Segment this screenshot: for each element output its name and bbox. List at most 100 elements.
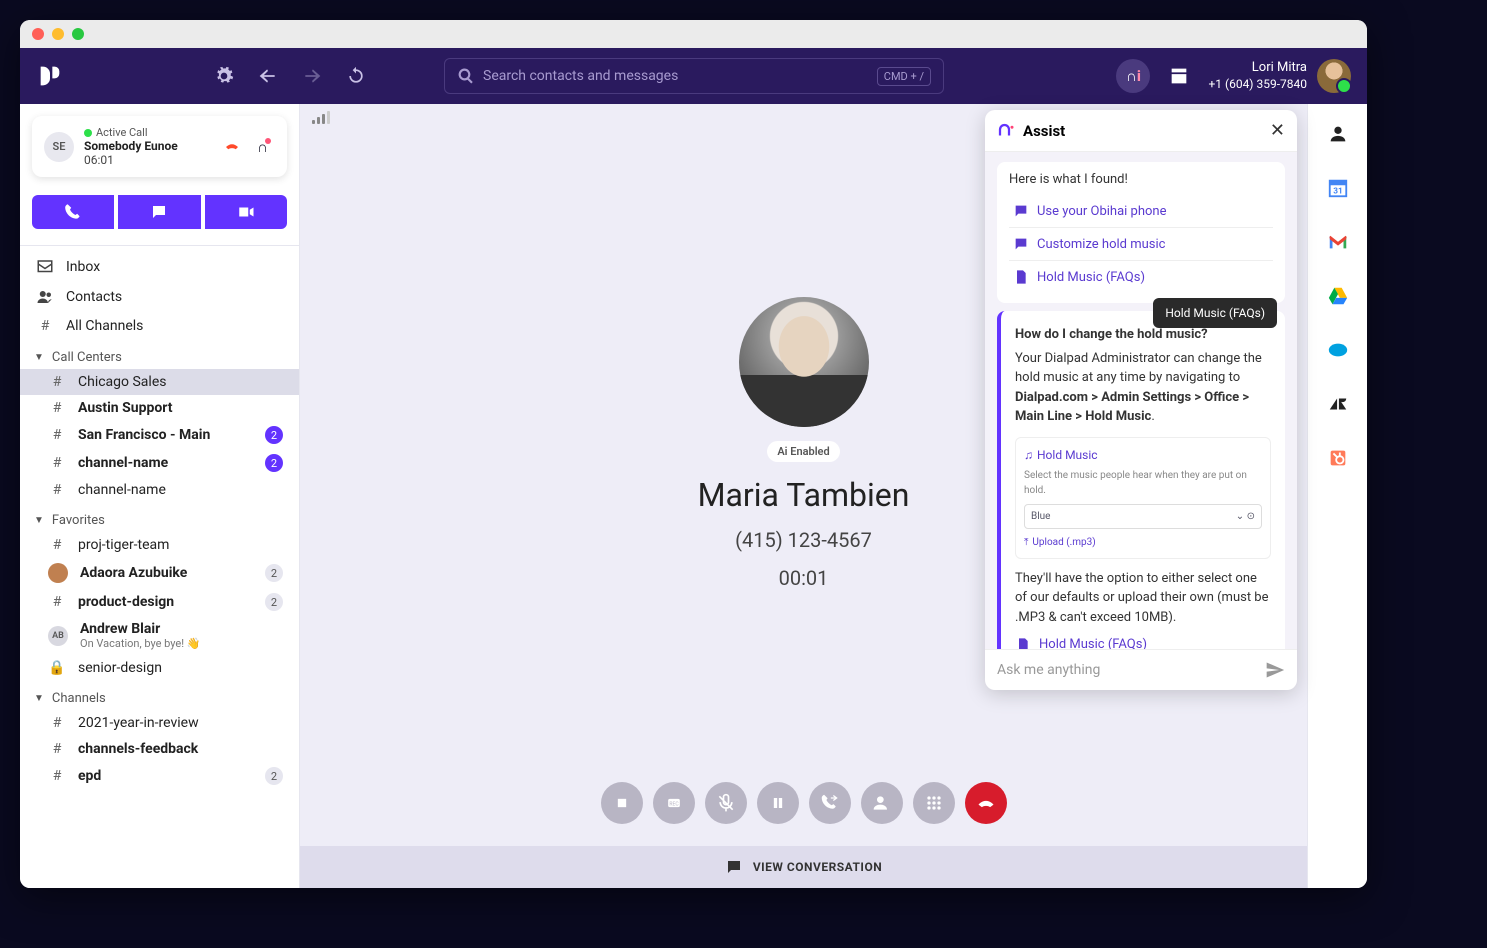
calendar-icon[interactable]	[1162, 59, 1196, 93]
nav-all-channels[interactable]: #All Channels	[20, 312, 299, 340]
dialpad-button[interactable]	[913, 782, 955, 824]
transfer-button[interactable]	[809, 782, 851, 824]
sidebar-item-label: Chicago Sales	[78, 374, 166, 390]
ch-epd[interactable]: #epd2	[20, 762, 299, 790]
stop-button[interactable]	[601, 782, 643, 824]
refresh-icon[interactable]	[340, 60, 372, 92]
lock-icon: 🔒	[48, 660, 66, 676]
call-centers-title: Call Centers	[52, 350, 122, 365]
hold-select-value: Blue	[1031, 509, 1050, 524]
search-bar[interactable]: CMD + /	[444, 58, 944, 94]
google-calendar-icon[interactable]: 31	[1326, 176, 1350, 200]
search-input[interactable]	[483, 68, 877, 84]
chevron-down-icon: ⌄ ⊙	[1236, 509, 1255, 524]
article-body-post: They'll have the option to either select…	[1015, 569, 1271, 628]
hash-icon: #	[48, 400, 66, 416]
nav-contacts[interactable]: Contacts	[20, 282, 299, 312]
result-customize-hold[interactable]: Customize hold music	[1009, 228, 1273, 261]
nav-contacts-label: Contacts	[66, 289, 122, 305]
assist-panel: Assist ✕ Here is what I found! Use your …	[985, 110, 1297, 690]
sidebar-item-label: senior-design	[78, 660, 162, 676]
fav-senior-design[interactable]: 🔒 senior-design	[20, 655, 299, 681]
hubspot-icon[interactable]	[1326, 446, 1350, 470]
add-participant-button[interactable]	[861, 782, 903, 824]
article-body-pre: Your Dialpad Administrator can change th…	[1015, 351, 1262, 386]
send-icon[interactable]	[1265, 660, 1285, 680]
cc-austin-support[interactable]: # Austin Support	[20, 395, 299, 421]
user-menu[interactable]: Lori Mitra +1 (604) 359-7840	[1208, 59, 1351, 93]
call-controls: REC	[300, 782, 1307, 846]
ch-2021-review[interactable]: #2021-year-in-review	[20, 710, 299, 736]
section-channels[interactable]: ▼Channels	[20, 681, 299, 710]
section-favorites[interactable]: ▼Favorites	[20, 503, 299, 532]
cc-channel-5[interactable]: #channel-name	[20, 477, 299, 503]
cc-sf-main[interactable]: #San Francisco - Main2	[20, 421, 299, 449]
cc-channel-4[interactable]: #channel-name2	[20, 449, 299, 477]
result-label: Use your Obihai phone	[1037, 204, 1167, 219]
gmail-icon[interactable]	[1326, 230, 1350, 254]
result-hold-faqs[interactable]: Hold Music (FAQs)	[1009, 261, 1273, 293]
hash-icon: #	[48, 427, 66, 443]
call-card-initials: SE	[44, 132, 74, 162]
hangup-button[interactable]	[965, 782, 1007, 824]
section-call-centers[interactable]: ▼Call Centers	[20, 340, 299, 369]
sidebar-item-label: San Francisco - Main	[78, 427, 210, 443]
faq-link[interactable]: Hold Music (FAQs)	[1015, 635, 1271, 649]
upload-link[interactable]: ⤒ Upload (.mp3)	[1024, 535, 1262, 550]
hold-select[interactable]: Blue ⌄ ⊙	[1024, 504, 1262, 529]
hangup-small-icon[interactable]	[221, 136, 243, 158]
nav-inbox[interactable]: Inbox	[20, 252, 299, 282]
profile-icon[interactable]	[1326, 122, 1350, 146]
count-badge: 2	[265, 593, 283, 611]
ch-feedback[interactable]: #channels-feedback	[20, 736, 299, 762]
window-min-dot[interactable]	[52, 28, 64, 40]
hash-icon: #	[48, 594, 66, 610]
salesforce-icon[interactable]	[1326, 338, 1350, 362]
assist-found-bubble: Here is what I found! Use your Obihai ph…	[997, 162, 1285, 303]
article-path: Dialpad.com > Admin Settings > Office > …	[1015, 390, 1249, 425]
ai-small-icon[interactable]: ∩	[253, 136, 275, 158]
user-avatar[interactable]	[1317, 59, 1351, 93]
hash-icon: #	[48, 455, 66, 471]
fav-adaora[interactable]: Adaora Azubuike2	[20, 558, 299, 588]
upload-label: Upload (.mp3)	[1032, 535, 1095, 550]
hold-preview-title: Hold Music	[1037, 446, 1098, 464]
window-close-dot[interactable]	[32, 28, 44, 40]
close-icon[interactable]: ✕	[1270, 120, 1285, 141]
mute-button[interactable]	[705, 782, 747, 824]
settings-icon[interactable]	[208, 60, 240, 92]
upload-icon: ⤒	[1024, 535, 1028, 550]
result-obihai[interactable]: Use your Obihai phone	[1009, 195, 1273, 228]
window-max-dot[interactable]	[72, 28, 84, 40]
video-button[interactable]	[205, 195, 287, 229]
fav-andrew[interactable]: ABAndrew BlairOn Vacation, bye bye! 👋	[20, 616, 299, 655]
google-drive-icon[interactable]	[1326, 284, 1350, 308]
music-note-icon: ♫	[1024, 446, 1033, 464]
fav-proj-tiger[interactable]: #proj-tiger-team	[20, 532, 299, 558]
app-window: CMD + / ∩i Lori Mitra +1 (604) 359-7840 …	[20, 20, 1367, 888]
zendesk-icon[interactable]	[1326, 392, 1350, 416]
count-badge: 2	[265, 767, 283, 785]
hash-icon: #	[48, 374, 66, 390]
view-conversation-button[interactable]: VIEW CONVERSATION	[300, 846, 1307, 888]
record-button[interactable]: REC	[653, 782, 695, 824]
assist-input[interactable]	[997, 662, 1257, 678]
sidebar-item-label: Austin Support	[78, 400, 172, 416]
call-duration: 06:01	[84, 153, 211, 167]
ai-pill-button[interactable]: ∩i	[1116, 59, 1150, 93]
signal-strength-icon	[312, 112, 330, 124]
app-logo[interactable]	[36, 62, 64, 90]
fav-product-design[interactable]: #product-design2	[20, 588, 299, 616]
active-call-card[interactable]: SE Active Call Somebody Eunoe 06:01 ∩	[32, 116, 287, 177]
nav-back-icon[interactable]	[252, 60, 284, 92]
hash-icon: #	[48, 482, 66, 498]
call-timer: 00:01	[779, 566, 829, 590]
cc-chicago-sales[interactable]: # Chicago Sales	[20, 369, 299, 395]
assist-article: How do I change the hold music? Your Dia…	[997, 311, 1285, 649]
message-button[interactable]	[118, 195, 200, 229]
nav-all-channels-label: All Channels	[66, 318, 143, 334]
search-icon	[457, 67, 475, 85]
dial-button[interactable]	[32, 195, 114, 229]
nav-forward-icon[interactable]	[296, 60, 328, 92]
pause-button[interactable]	[757, 782, 799, 824]
